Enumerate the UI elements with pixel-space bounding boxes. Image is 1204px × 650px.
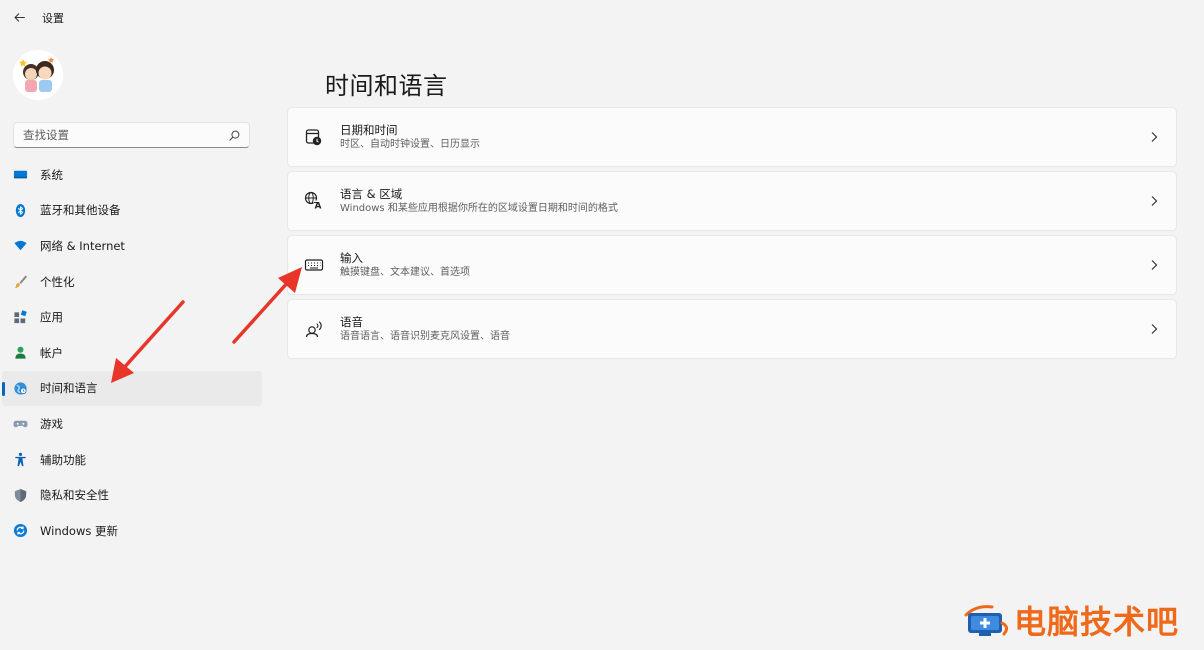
card-subtitle: 语音语言、语音识别麦克风设置、语音 [340, 331, 510, 342]
back-button[interactable] [6, 4, 32, 30]
sidebar-item-network[interactable]: 网络 & Internet [2, 228, 262, 264]
sidebar-item-apps[interactable]: 应用 [2, 299, 262, 335]
sidebar-item-label: Windows 更新 [40, 523, 118, 538]
card-title: 日期和时间 [340, 123, 398, 137]
card-subtitle: Windows 和某些应用根据你所在的区域设置日期和时间的格式 [340, 203, 618, 214]
window-title: 设置 [42, 12, 64, 25]
accessibility-icon [12, 452, 28, 468]
card-title: 语言 & 区域 [340, 187, 403, 201]
chevron-right-icon [1144, 191, 1164, 211]
speech-icon [303, 318, 325, 340]
sidebar-item-accounts[interactable]: 帐户 [2, 335, 262, 371]
card-typing[interactable]: 输入 触摸键盘、文本建议、首选项 [287, 235, 1177, 295]
search-icon[interactable] [223, 124, 245, 146]
person-icon [12, 345, 28, 361]
keyboard-icon [303, 254, 325, 276]
watermark: 电脑技术吧 [962, 600, 1198, 641]
sidebar-item-label: 个性化 [40, 274, 75, 289]
page-title: 时间和语言 [325, 72, 448, 100]
card-language-region[interactable]: A 语言 & 区域 Windows 和某些应用根据你所在的区域设置日期和时间的格… [287, 171, 1177, 231]
chevron-right-icon [1144, 319, 1164, 339]
card-title: 语音 [340, 315, 363, 329]
bluetooth-icon [12, 202, 28, 218]
update-icon [12, 523, 28, 539]
sidebar-item-time-language[interactable]: 时间和语言 [2, 370, 262, 407]
monitor-icon [12, 167, 28, 183]
settings-cards: 日期和时间 时区、自动时钟设置、日历显示 A 语言 & 区域 Windows 和… [287, 107, 1177, 363]
sidebar-item-windows-update[interactable]: Windows 更新 [2, 513, 262, 549]
gamepad-icon [12, 416, 28, 432]
active-indicator [2, 381, 5, 396]
sidebar-item-label: 时间和语言 [40, 381, 98, 396]
watermark-text: 电脑技术吧 [1014, 603, 1180, 641]
sidebar-item-system[interactable]: 系统 [2, 157, 262, 193]
sidebar-item-label: 应用 [40, 310, 63, 325]
sidebar-item-privacy[interactable]: 隐私和安全性 [2, 477, 262, 513]
sidebar-item-label: 隐私和安全性 [40, 488, 109, 503]
shield-icon [12, 487, 28, 503]
watermark-logo-icon [964, 605, 1009, 636]
sidebar-item-label: 系统 [40, 167, 63, 182]
globe-clock-icon [12, 380, 28, 396]
card-speech[interactable]: 语音 语音语言、语音识别麦克风设置、语音 [287, 299, 1177, 359]
card-title: 输入 [340, 251, 363, 265]
card-subtitle: 触摸键盘、文本建议、首选项 [340, 267, 470, 278]
search-box[interactable] [13, 122, 250, 148]
sidebar-item-label: 游戏 [40, 416, 63, 431]
sidebar-item-personalization[interactable]: 个性化 [2, 264, 262, 300]
back-arrow-icon [14, 12, 25, 22]
language-icon: A [303, 190, 325, 212]
sidebar-item-label: 帐户 [40, 345, 63, 360]
sidebar-item-label: 网络 & Internet [40, 238, 125, 253]
brush-icon [12, 274, 28, 290]
chevron-right-icon [1144, 255, 1164, 275]
sidebar-item-gaming[interactable]: 游戏 [2, 406, 262, 442]
card-subtitle: 时区、自动时钟设置、日历显示 [340, 139, 480, 150]
card-date-time[interactable]: 日期和时间 时区、自动时钟设置、日历显示 [287, 107, 1177, 167]
title-bar: 设置 [0, 0, 1204, 32]
sidebar-item-label: 蓝牙和其他设备 [40, 203, 121, 218]
sidebar-item-bluetooth[interactable]: 蓝牙和其他设备 [2, 193, 262, 229]
sidebar-nav: 系统 蓝牙和其他设备 网络 & Internet 个性化 应用 帐户 时间和语言… [2, 157, 262, 549]
calendar-clock-icon [303, 126, 325, 148]
avatar[interactable] [13, 50, 63, 100]
sidebar-item-accessibility[interactable]: 辅助功能 [2, 442, 262, 478]
apps-icon [12, 309, 28, 325]
sidebar-item-label: 辅助功能 [40, 452, 86, 467]
chevron-right-icon [1144, 127, 1164, 147]
wifi-icon [12, 238, 28, 254]
search-input[interactable] [14, 123, 223, 147]
settings-window: 设置 系统 [0, 0, 1204, 650]
